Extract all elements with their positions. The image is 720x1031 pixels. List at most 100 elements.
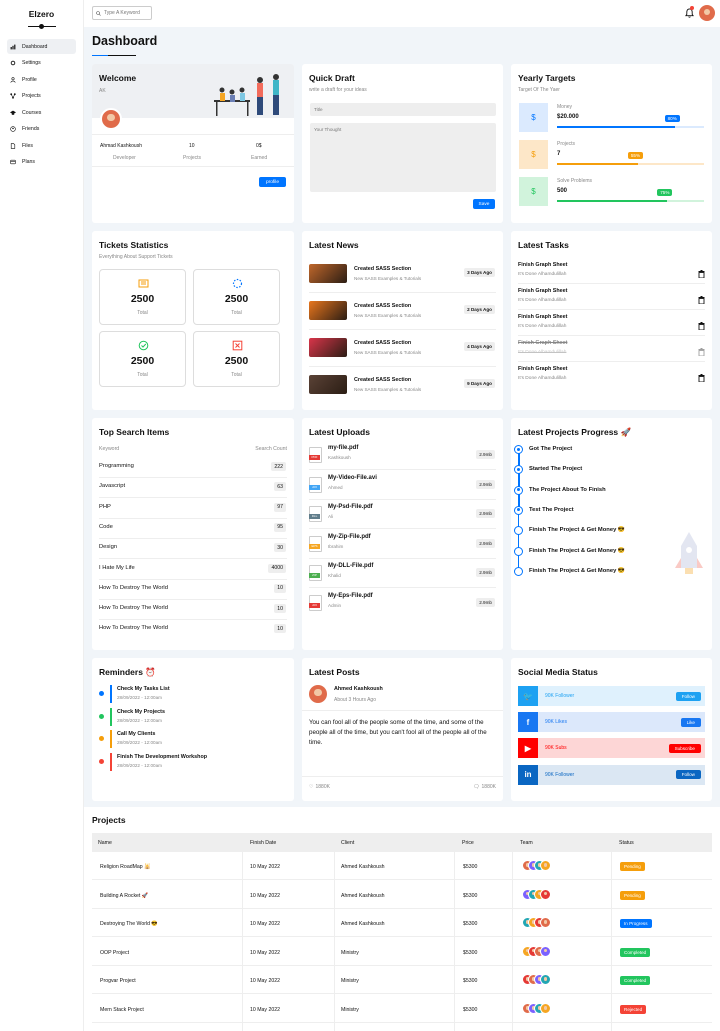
sidebar-item-files[interactable]: Files	[7, 138, 76, 153]
post-time: About 3 Hours Ago	[334, 697, 376, 703]
column-header: Name	[98, 840, 112, 846]
projects-title: Projects	[92, 815, 126, 825]
news-date-badge: 4 Days Ago	[464, 342, 495, 351]
upload-size-badge: 2.9mb	[476, 509, 495, 519]
diagram-icon	[10, 93, 16, 99]
rocket-illustration	[675, 532, 703, 574]
welcome-card: Welcome AK Ahmad Kashkoush Developer 10 …	[92, 64, 294, 223]
column-divider	[454, 833, 455, 1031]
target-label: Money	[557, 104, 573, 110]
notification-dot	[690, 6, 694, 10]
team-avatar	[540, 1003, 551, 1014]
news-title[interactable]: Created SASS Section	[354, 266, 411, 272]
save-button[interactable]: Save	[473, 199, 495, 209]
divider	[518, 283, 705, 284]
upload-file-name[interactable]: My-Psd-File.pdf	[328, 504, 373, 510]
trash-icon[interactable]	[698, 369, 705, 383]
draft-title-input[interactable]: Title	[310, 103, 496, 116]
sidebar-item-label: Settings	[22, 60, 41, 66]
project-name: Mern Stack Project	[100, 1007, 144, 1013]
ticket-stat-value: 2500	[224, 293, 249, 305]
project-date: 10 May 2022	[250, 864, 280, 870]
trash-icon[interactable]	[698, 343, 705, 357]
uploads-title: Latest Uploads	[309, 427, 370, 437]
social-action-button[interactable]: Subscribe	[668, 743, 701, 753]
news-title[interactable]: Created SASS Section	[354, 377, 411, 383]
trash-icon[interactable]	[698, 291, 705, 305]
divider	[309, 498, 496, 500]
team-avatar	[540, 974, 551, 986]
search-keyword: Programming	[99, 463, 134, 469]
divider	[92, 1022, 712, 1023]
timeline-step-label: Test The Project	[529, 506, 574, 513]
welcome-avatar	[100, 108, 122, 130]
search-input[interactable]: Type A Keyword	[92, 6, 152, 20]
search-keyword: How To Destroy The World	[99, 584, 168, 591]
social-action-button[interactable]: Follow	[675, 770, 701, 780]
likes-count[interactable]: ♡ 1880K	[309, 784, 330, 790]
welcome-illustration	[214, 74, 279, 116]
sidebar-item-projects[interactable]: Projects	[7, 89, 76, 104]
social-action-button[interactable]: Like	[680, 717, 701, 727]
file-type-icon: AVI	[309, 595, 322, 611]
status-badge: Pending	[620, 890, 645, 900]
file-type-label: EPS	[309, 543, 320, 549]
status-badge: Completed	[620, 947, 651, 957]
welcome-earned-value: 0$	[256, 143, 262, 149]
column-divider	[611, 833, 612, 1031]
trash-icon[interactable]	[698, 265, 705, 279]
file-type-icon: EPS	[309, 535, 322, 552]
divider	[309, 557, 496, 559]
ticket-stat-value: 2500	[130, 355, 155, 367]
target-percent: 55%	[627, 152, 644, 159]
ticket-stat-value: 2500	[224, 355, 249, 367]
user-avatar[interactable]	[699, 5, 715, 21]
news-date-badge: 9 Days Ago	[464, 379, 495, 388]
project-client: Ministry	[341, 949, 359, 956]
target-progress-bar	[557, 163, 638, 165]
tasks-title: Latest Tasks	[518, 240, 569, 250]
trash-icon[interactable]	[698, 317, 705, 331]
file-type-icon: ZIP	[309, 565, 322, 582]
news-title[interactable]: Created SASS Section	[354, 340, 411, 346]
upload-size-badge: 2.9mb	[476, 450, 495, 459]
news-title: Latest News	[309, 240, 359, 250]
target-value: 500	[557, 188, 568, 194]
comments-count[interactable]: 🗨 1880K	[473, 784, 496, 790]
social-action-button[interactable]: Follow	[675, 691, 701, 701]
sidebar-item-label: Profile	[22, 76, 37, 83]
sidebar-item-dashboard[interactable]: Dashboard	[7, 39, 76, 54]
project-price: $5300	[463, 978, 478, 985]
upload-file-name[interactable]: My-DLL-File.pdf	[328, 563, 373, 569]
sidebar-item-friends[interactable]: Friends	[7, 122, 76, 137]
dollar-icon: $	[531, 150, 536, 159]
divider	[99, 558, 287, 560]
sidebar: Elzero Dashboard Settings Profile Projects C…	[0, 0, 84, 1031]
sidebar-item-settings[interactable]: Settings	[7, 56, 76, 71]
timeline-step-label: Got The Project	[529, 446, 573, 452]
draft-thought-textarea[interactable]: Your Thought	[310, 123, 496, 192]
facebook-icon: f	[518, 712, 538, 733]
post-avatar	[309, 685, 327, 703]
sidebar-item-profile[interactable]: Profile	[7, 72, 76, 87]
upload-file-name[interactable]: My-Zip-File.pdf	[328, 534, 371, 540]
divider	[302, 776, 503, 777]
reminder-dot	[99, 758, 104, 764]
upload-file-name[interactable]: My-Eps-File.pdf	[328, 593, 373, 599]
target-value: $20.000	[557, 114, 579, 120]
upload-file-name[interactable]: My-Video-File.avi	[328, 475, 377, 481]
upload-author: Ali	[328, 514, 334, 520]
social-row: ▶ 90K Subs Subscribe	[518, 738, 705, 759]
target-progress-bar	[557, 126, 675, 128]
sidebar-item-plans[interactable]: Plans	[7, 155, 76, 170]
quick-draft-subtitle: write a draft for your ideas	[309, 87, 367, 93]
file-icon	[10, 142, 16, 149]
profile-button[interactable]: profile	[259, 177, 286, 187]
file-type-label: PDF	[309, 455, 320, 460]
sidebar-item-courses[interactable]: Courses	[7, 105, 76, 120]
search-count: 10	[274, 583, 286, 593]
uploads-card: Latest Uploads PDF my-file.pdf Kashkoush 2.…	[302, 418, 503, 650]
upload-file-name[interactable]: my-file.pdf	[328, 445, 358, 451]
news-title[interactable]: Created SASS Section	[354, 303, 411, 309]
target-label: Solve Problems	[557, 178, 593, 184]
